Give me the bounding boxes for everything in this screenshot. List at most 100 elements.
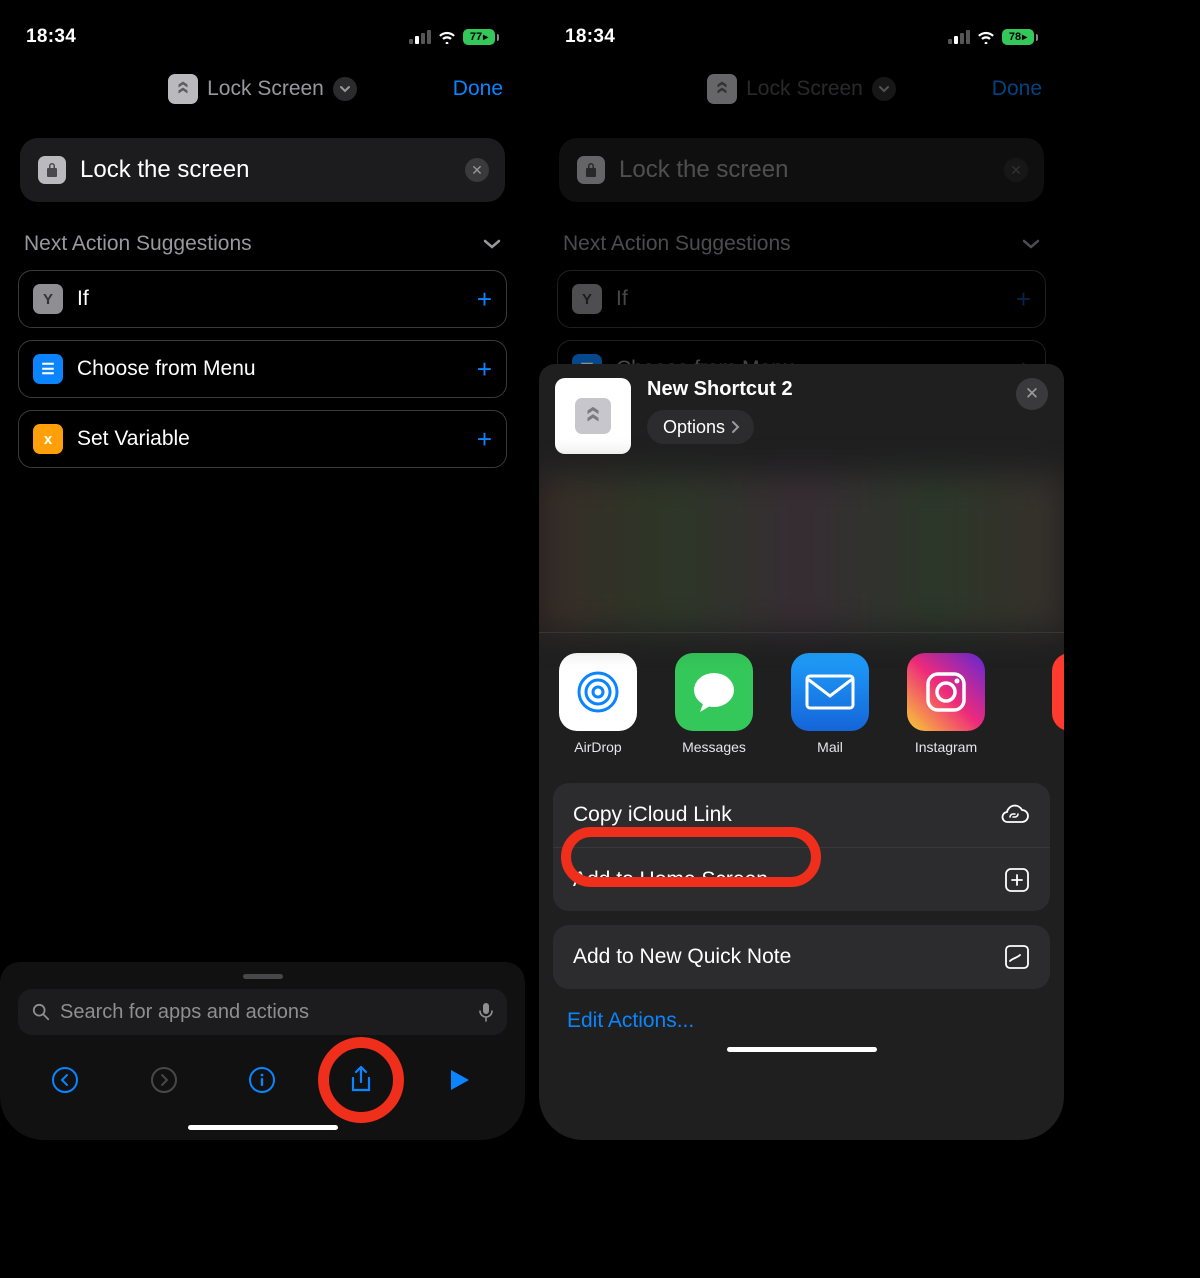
- play-button[interactable]: [435, 1055, 485, 1105]
- header-title: Lock Screen: [207, 77, 324, 101]
- app-label: AirDrop: [574, 739, 621, 755]
- action-label: Add to New Quick Note: [573, 945, 791, 969]
- add-suggestion-button[interactable]: +: [477, 284, 492, 315]
- suggestions-header-label: Next Action Suggestions: [563, 232, 791, 256]
- share-action-row[interactable]: Add to Home Screen: [553, 847, 1050, 911]
- status-icons: 78▸: [948, 29, 1038, 45]
- suggestions-header: Next Action Suggestions: [539, 202, 1064, 270]
- suggestion-label: Choose from Menu: [77, 357, 256, 381]
- chevron-down-icon: [483, 238, 501, 250]
- share-app[interactable]: Messages: [673, 653, 755, 755]
- clear-action-button[interactable]: ✕: [465, 158, 489, 182]
- suggestion-item[interactable]: YIf+: [18, 270, 507, 328]
- info-button[interactable]: [237, 1055, 287, 1105]
- cloud-link-icon: [998, 804, 1030, 826]
- action-label: Add to Home Screen: [573, 868, 768, 892]
- done-button[interactable]: Done: [453, 77, 503, 101]
- action-card: Lock the screen ✕: [559, 138, 1044, 202]
- chevron-down-icon: [872, 77, 896, 101]
- search-input[interactable]: Search for apps and actions: [18, 989, 507, 1035]
- title-group[interactable]: Lock Screen: [168, 74, 357, 104]
- home-indicator[interactable]: [188, 1125, 338, 1130]
- clear-action-button: ✕: [1004, 158, 1028, 182]
- suggestion-label: Set Variable: [77, 427, 190, 451]
- share-contacts-row[interactable]: [539, 474, 1064, 632]
- action-label: Copy iCloud Link: [573, 803, 732, 827]
- add-suggestion-button[interactable]: +: [477, 354, 492, 385]
- lock-icon: [577, 156, 605, 184]
- done-button: Done: [992, 77, 1042, 101]
- suggestion-item[interactable]: ☰ Choose from Menu +: [18, 340, 507, 398]
- bottom-shelf: Search for apps and actions: [0, 962, 525, 1140]
- share-apps-row: AirDrop Messages Mail Instagram: [539, 633, 1064, 765]
- share-actions-group-2: Add to New Quick Note: [553, 925, 1050, 989]
- share-sheet: New Shortcut 2 Options ✕ AirDrop Messages…: [539, 364, 1064, 1140]
- phone-left: 18:34 77▸ Lock Screen Done L: [0, 0, 525, 1140]
- add-suggestion-button: +: [1016, 284, 1031, 315]
- mic-icon[interactable]: [479, 1002, 493, 1022]
- suggestions-list: YIf+☰Choose from Menu+xSet Variable+: [0, 270, 525, 468]
- search-placeholder: Search for apps and actions: [60, 1001, 309, 1024]
- messages-icon: [675, 653, 753, 731]
- share-app[interactable]: Instagram: [905, 653, 987, 755]
- suggestion-label: If: [77, 287, 89, 311]
- options-button[interactable]: Options: [647, 410, 754, 444]
- edit-actions-link[interactable]: Edit Actions...: [539, 989, 1064, 1033]
- suggestion-label: If: [616, 287, 628, 311]
- drag-handle[interactable]: [243, 974, 283, 979]
- status-time: 18:34: [26, 26, 76, 48]
- app-icon-partial: [1052, 653, 1064, 731]
- signal-icon: [948, 30, 970, 44]
- action-card[interactable]: Lock the screen ✕: [20, 138, 505, 202]
- phone-right: 18:34 78▸ Lock Screen Done L: [539, 0, 1064, 1140]
- share-app[interactable]: AirDrop: [557, 653, 639, 755]
- editor-header: Lock Screen Done: [539, 60, 1064, 118]
- action-title: Lock the screen: [619, 156, 788, 184]
- app-label: Mail: [817, 739, 843, 755]
- undo-button[interactable]: [40, 1055, 90, 1105]
- share-action-row[interactable]: Add to New Quick Note: [553, 925, 1050, 989]
- quick-note-icon: [1004, 944, 1030, 970]
- close-button[interactable]: ✕: [1016, 378, 1048, 410]
- shortcut-icon: [707, 74, 737, 104]
- wifi-icon: [977, 30, 995, 44]
- home-indicator[interactable]: [727, 1047, 877, 1052]
- chevron-down-icon: [1022, 238, 1040, 250]
- suggestion-item[interactable]: xSet Variable+: [18, 410, 507, 468]
- app-label: Messages: [682, 739, 746, 755]
- shortcut-icon: [575, 398, 611, 434]
- suggestion-item: Y If +: [557, 270, 1046, 328]
- airdrop-icon: [559, 653, 637, 731]
- plus-square-icon: [1004, 867, 1030, 893]
- action-title: Lock the screen: [80, 156, 249, 184]
- battery-icon: 78▸: [1002, 29, 1038, 45]
- share-app[interactable]: [1021, 653, 1064, 755]
- add-suggestion-button[interactable]: +: [477, 424, 492, 455]
- share-button[interactable]: [336, 1055, 386, 1105]
- app-label: Instagram: [915, 739, 977, 755]
- lock-icon: [38, 156, 66, 184]
- sheet-header: New Shortcut 2 Options ✕: [539, 364, 1064, 468]
- signal-icon: [409, 30, 431, 44]
- suggestions-header-label: Next Action Suggestions: [24, 232, 252, 256]
- suggestion-icon: Y: [572, 284, 602, 314]
- status-icons: 77▸: [409, 29, 499, 45]
- shortcut-icon: [168, 74, 198, 104]
- suggestions-header[interactable]: Next Action Suggestions: [0, 202, 525, 270]
- header-title: Lock Screen: [746, 77, 863, 101]
- chevron-down-icon[interactable]: [333, 77, 357, 101]
- battery-icon: 77▸: [463, 29, 499, 45]
- share-action-row[interactable]: Copy iCloud Link: [553, 783, 1050, 847]
- status-bar: 18:34 77▸: [0, 0, 525, 60]
- status-bar: 18:34 78▸: [539, 0, 1064, 60]
- suggestion-icon: ☰: [33, 354, 63, 384]
- status-time: 18:34: [565, 26, 615, 48]
- shortcut-thumbnail: [555, 378, 631, 454]
- share-actions-group-1: Copy iCloud Link Add to Home Screen: [553, 783, 1050, 911]
- ig-icon: [907, 653, 985, 731]
- title-group: Lock Screen: [707, 74, 896, 104]
- mail-icon: [791, 653, 869, 731]
- sheet-title: New Shortcut 2: [647, 378, 793, 401]
- redo-button: [139, 1055, 189, 1105]
- share-app[interactable]: Mail: [789, 653, 871, 755]
